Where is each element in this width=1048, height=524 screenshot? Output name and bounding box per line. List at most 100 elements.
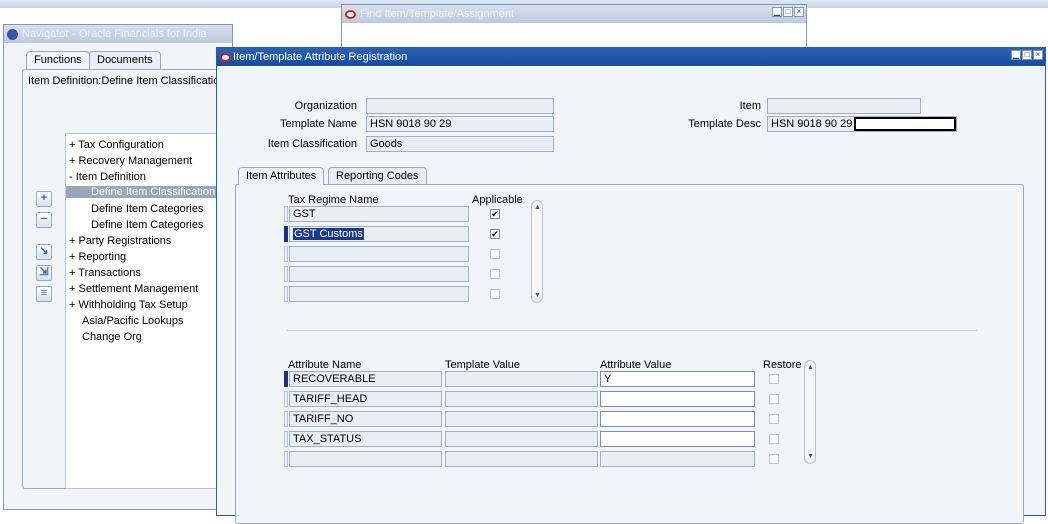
tax-regime-name-header: Tax Regime Name [288,194,379,206]
template-value-field[interactable] [445,371,598,387]
tab-item-attributes[interactable]: Item Attributes [238,167,325,185]
navigator-panel: Item Definition:Define Item Classificati… [22,69,236,489]
scroll-down-icon[interactable]: ▼ [807,453,814,460]
attribute-name-field[interactable]: TARIFF_NO [289,411,442,427]
item-classification-field[interactable]: Goods [366,136,554,152]
restore-checkbox[interactable] [769,374,779,384]
item-field[interactable] [767,98,921,114]
tree-item-selected[interactable]: Define Item Classification [66,186,236,198]
applicable-checkbox[interactable] [490,249,500,259]
tree-item[interactable]: + Settlement Management [69,283,198,295]
row-indicator [284,431,288,447]
tax-regime-field[interactable] [289,286,469,302]
expand-all-icon[interactable]: ⇲ [36,265,52,281]
attribute-name-field[interactable]: TARIFF_HEAD [289,391,442,407]
close-icon[interactable]: × [794,7,804,17]
scroll-up-icon[interactable]: ▲ [807,364,814,371]
navigator-icon [7,28,18,40]
template-name-field[interactable]: HSN 9018 90 29 [366,116,554,132]
tree-item[interactable]: + Tax Configuration [69,139,164,151]
tree-item[interactable]: + Withholding Tax Setup [69,299,188,311]
restore-checkbox[interactable] [769,394,779,404]
navigator-titlebar: Navigator - Oracle Financials for India [4,25,232,43]
tree-item[interactable]: + Recovery Management [69,155,192,167]
oracle-icon [345,9,356,19]
template-desc-field[interactable]: HSN 9018 90 29 - [767,116,957,132]
applicable-checkbox[interactable]: ✔ [490,229,500,239]
minimize-icon[interactable]: ▁ [1011,50,1021,60]
tab-reporting-codes[interactable]: Reporting Codes [328,167,427,185]
attribute-value-field[interactable] [600,431,755,447]
attribute-registration-window: Item/Template Attribute Registration ▁ □… [216,47,1046,524]
organization-label: Organization [294,100,357,112]
attribute-name-header: Attribute Name [288,359,362,371]
template-desc-value: HSN 9018 90 29 - [771,118,860,130]
attribute-value-field[interactable] [600,411,755,427]
main-titlebar: Item/Template Attribute Registration ▁ □… [217,48,1045,66]
restore-checkbox[interactable] [769,414,779,424]
attribute-name-field[interactable]: RECOVERABLE [289,371,442,387]
find-window-title: Find Item/Template/Assignment [360,8,515,20]
main-body: Organization Template Name HSN 9018 90 2… [217,67,1045,524]
template-value-header: Template Value [445,359,521,371]
divider [287,330,977,331]
item-attributes-panel: Tax Regime Name Applicable GST ✔ GST Cus… [235,184,1024,524]
tab-functions[interactable]: Functions [26,51,90,69]
row-indicator [284,286,288,302]
template-name-label: Template Name [279,118,357,130]
attribute-name-field[interactable]: TAX_STATUS [289,431,442,447]
attribute-value-field[interactable] [600,391,755,407]
restore-checkbox[interactable] [769,454,779,464]
tree-item[interactable]: + Transactions [69,267,141,279]
function-tree: + Tax Configuration + Recovery Managemen… [65,133,236,489]
selected-text: GST Customs [293,228,364,240]
template-value-field[interactable] [445,451,598,467]
expand-branch-icon[interactable]: ↘ [36,244,52,260]
tax-regime-field[interactable]: GST [289,206,469,222]
restore-checkbox[interactable] [769,434,779,444]
item-classification-label: Item Classification [267,138,357,150]
attribute-value-header: Attribute Value [600,359,672,371]
row-indicator [284,451,288,467]
navigator-window: Navigator - Oracle Financials for India … [3,24,236,510]
close-icon[interactable]: × [1033,50,1043,60]
scroll-down-icon[interactable]: ▼ [534,292,541,299]
organization-field[interactable] [366,98,554,114]
row-indicator [284,246,288,262]
maximize-icon[interactable]: □ [1022,50,1032,60]
tree-item[interactable]: + Party Registrations [69,235,171,247]
applicable-checkbox[interactable] [490,289,500,299]
template-value-field[interactable] [445,391,598,407]
attribute-value-field[interactable] [600,451,755,467]
template-desc-label: Template Desc [688,118,761,130]
collapse-icon[interactable]: − [36,212,52,228]
maximize-icon[interactable]: □ [783,7,793,17]
redacted-box [854,117,956,131]
tree-item[interactable]: Define Item Categories [91,203,204,215]
tax-regime-field[interactable]: GST Customs [289,226,469,242]
row-indicator [284,266,288,282]
attribute-name-field[interactable] [289,451,442,467]
minimize-icon[interactable]: ▁ [772,7,782,17]
expand-icon[interactable]: + [36,191,52,207]
tree-item[interactable]: + Reporting [69,251,126,263]
tree-item[interactable]: Change Org [82,331,142,343]
tree-item[interactable]: - Item Definition [69,171,146,183]
applicable-checkbox[interactable]: ✔ [490,209,500,219]
collapse-all-icon[interactable]: ≡ [36,286,52,302]
applicable-checkbox[interactable] [490,269,500,279]
main-window-title: Item/Template Attribute Registration [233,51,408,63]
tab-documents[interactable]: Documents [89,51,161,69]
attributes-scrollbar[interactable]: ▲ ▼ [804,360,816,464]
tree-item[interactable]: Asia/Pacific Lookups [82,315,184,327]
regime-scrollbar[interactable]: ▲ ▼ [531,200,543,303]
tree-item[interactable]: Define Item Categories [91,219,204,231]
navigator-title: Navigator - Oracle Financials for India [22,28,207,40]
template-value-field[interactable] [445,411,598,427]
tax-regime-field[interactable] [289,246,469,262]
template-value-field[interactable] [445,431,598,447]
scroll-up-icon[interactable]: ▲ [534,204,541,211]
attribute-value-field[interactable]: Y [600,371,755,387]
tax-regime-field[interactable] [289,266,469,282]
applicable-header: Applicable [472,194,523,206]
